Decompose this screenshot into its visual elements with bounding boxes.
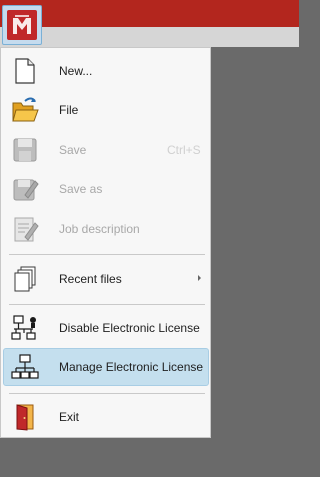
application-menu-button[interactable] [2, 5, 42, 45]
app-logo-icon [7, 10, 37, 40]
job-description-icon [11, 215, 39, 243]
menu-item-label: New... [59, 64, 93, 78]
menu-item-exit[interactable]: Exit [3, 398, 209, 436]
menu-item-label: File [59, 103, 79, 117]
menu-item-label: Save [59, 143, 87, 157]
menu-item-label: Save as [59, 182, 103, 196]
menu-item-label: Exit [59, 410, 80, 424]
menu-item-save-as[interactable]: Save as [3, 170, 209, 208]
ribbon-strip [0, 27, 299, 47]
menu-item-label: Job description [59, 222, 140, 236]
menu-item-label: Disable Electronic License [59, 321, 200, 335]
exit-door-icon [11, 403, 39, 431]
network-license-disable-icon [11, 314, 39, 342]
menu-item-label: Recent files [59, 272, 122, 286]
open-folder-icon [11, 96, 39, 124]
menu-item-label: Manage Electronic License [59, 360, 204, 374]
menu-separator [9, 304, 205, 305]
menu-separator [9, 393, 205, 394]
menu-item-new[interactable]: New... [3, 52, 209, 90]
application-menu: New... File Save Ctrl+S Save as Job desc… [0, 47, 211, 438]
menu-item-recent-files[interactable]: Recent files [3, 260, 209, 298]
menu-item-shortcut: Ctrl+S [167, 143, 201, 157]
menu-separator [9, 254, 205, 255]
network-license-manage-icon [11, 353, 39, 381]
submenu-arrow-icon [198, 275, 201, 281]
menu-item-save[interactable]: Save Ctrl+S [3, 131, 209, 169]
menu-item-job-description[interactable]: Job description [3, 210, 209, 248]
menu-item-manage-electronic-license[interactable]: Manage Electronic License [3, 348, 209, 386]
title-bar [0, 0, 299, 27]
new-document-icon [11, 57, 39, 85]
menu-item-file[interactable]: File [3, 91, 209, 129]
menu-item-disable-electronic-license[interactable]: Disable Electronic License [3, 309, 209, 347]
recent-files-icon [11, 265, 39, 293]
floppy-disk-icon [11, 136, 39, 164]
save-as-icon [11, 175, 39, 203]
